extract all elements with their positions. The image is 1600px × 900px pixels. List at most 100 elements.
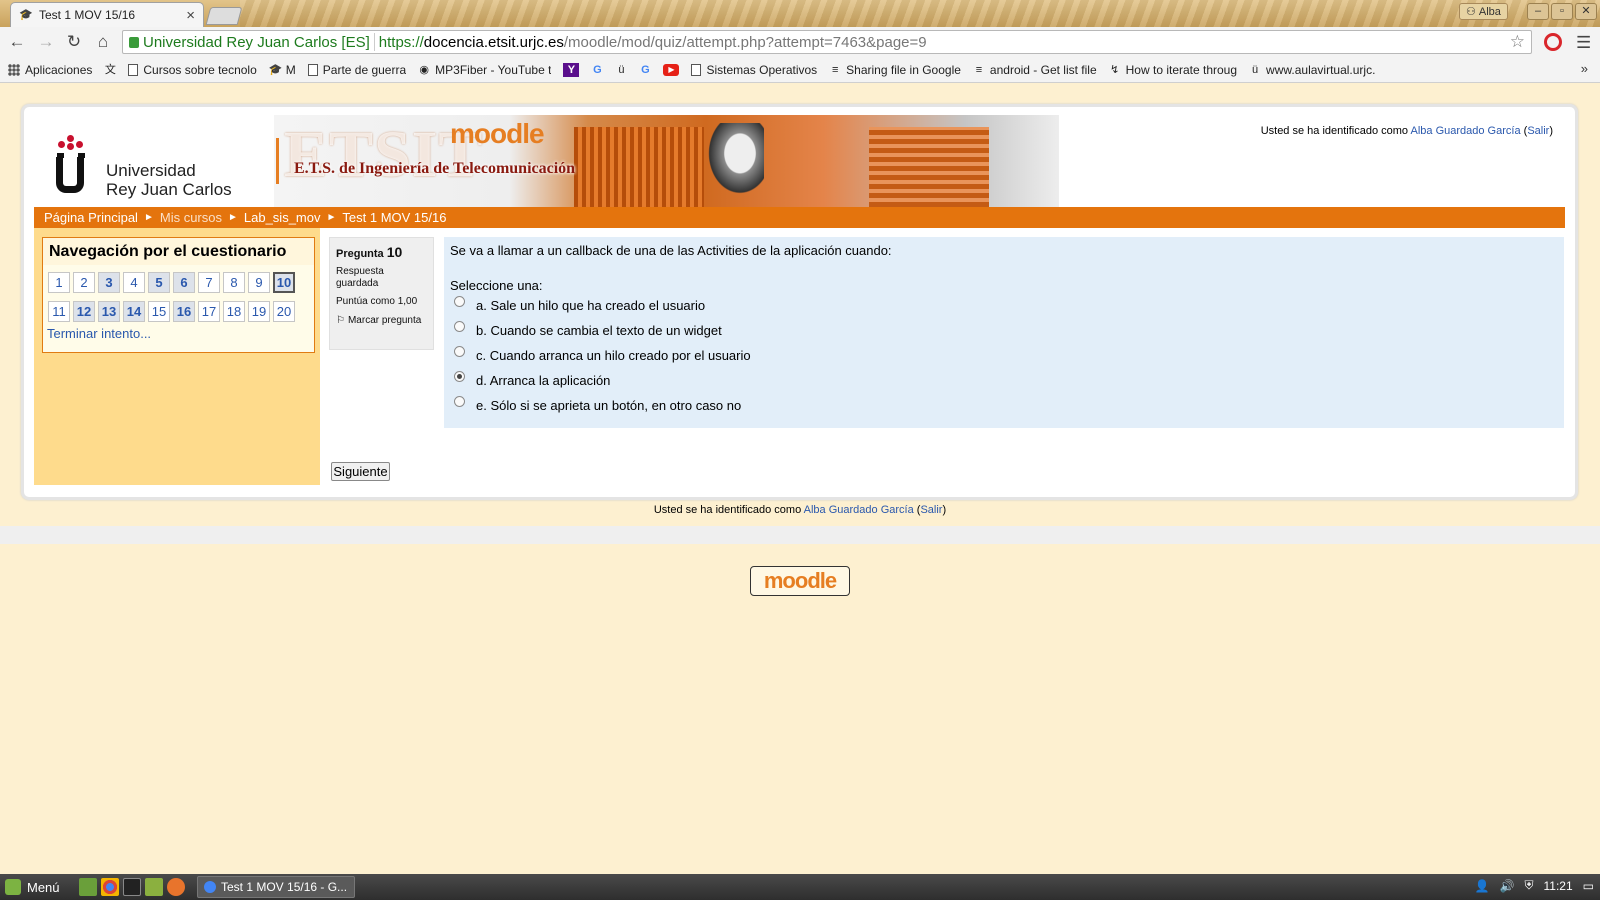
lock-icon: [129, 36, 139, 48]
bookmark-item[interactable]: ▶: [663, 63, 680, 76]
bookmark-item[interactable]: Parte de guerra: [307, 63, 406, 77]
question-nav-button[interactable]: 13: [98, 301, 120, 322]
bookmark-star-icon[interactable]: ☆: [1510, 32, 1525, 52]
question-nav-button[interactable]: 9: [248, 272, 270, 293]
bookmark-item[interactable]: Cursos sobre tecnolo: [128, 63, 257, 77]
bookmark-item[interactable]: 文: [104, 63, 116, 77]
answer-radio[interactable]: [454, 346, 465, 357]
start-menu-button[interactable]: Menú: [5, 879, 75, 895]
bookmark-item[interactable]: ü: [615, 63, 627, 77]
banner-divider: [276, 138, 279, 184]
reload-icon[interactable]: ↻: [64, 32, 84, 52]
profile-button[interactable]: ⚇ Alba: [1459, 3, 1508, 20]
logout-link[interactable]: Salir: [920, 504, 942, 516]
answer-option[interactable]: d. Arranca la aplicación: [454, 368, 1558, 393]
bookmark-item[interactable]: ↯ How to iterate throug: [1109, 63, 1237, 77]
answer-label[interactable]: b. Cuando se cambia el texto de un widge…: [476, 323, 722, 338]
breadcrumb-course[interactable]: Lab_sis_mov: [244, 207, 321, 228]
question-nav-button[interactable]: 7: [198, 272, 220, 293]
page-content: Universidad Rey Juan Carlos ETSIT moodle…: [0, 84, 1600, 874]
url-scheme: https://: [378, 33, 424, 51]
answer-option[interactable]: e. Sólo si se aprieta un botón, en otro …: [454, 393, 1558, 418]
question-nav-button[interactable]: 10: [273, 272, 295, 293]
question-nav-button[interactable]: 12: [73, 301, 95, 322]
user-profile-link[interactable]: Alba Guardado García: [804, 504, 914, 516]
answer-radio[interactable]: [454, 371, 465, 382]
answer-radio[interactable]: [454, 396, 465, 407]
bookmark-item[interactable]: 🎓 M: [269, 63, 296, 77]
answer-option[interactable]: b. Cuando se cambia el texto de un widge…: [454, 318, 1558, 343]
bookmarks-overflow-button[interactable]: »: [1581, 61, 1588, 76]
apps-grid-icon: [8, 63, 20, 76]
answer-option[interactable]: c. Cuando arranca un hilo creado por el …: [454, 343, 1558, 368]
linux-mint-icon: [5, 879, 21, 895]
forward-arrow-icon[interactable]: →: [36, 32, 56, 52]
chrome-launcher-icon[interactable]: [101, 878, 119, 896]
maximize-button[interactable]: ▫: [1551, 3, 1573, 20]
desktop-icon[interactable]: ▭: [1583, 879, 1594, 893]
question-nav-button[interactable]: 2: [73, 272, 95, 293]
finish-attempt-link[interactable]: Terminar intento...: [47, 326, 151, 341]
user-profile-link[interactable]: Alba Guardado García: [1411, 125, 1521, 137]
logout-link[interactable]: Salir: [1527, 125, 1549, 137]
opera-extension-icon[interactable]: [1544, 33, 1562, 51]
moodle-logo[interactable]: moodle: [750, 566, 850, 596]
chrome-menu-icon[interactable]: ☰: [1576, 33, 1591, 53]
show-desktop-icon[interactable]: [79, 878, 97, 896]
home-icon[interactable]: ⌂: [93, 32, 113, 52]
browser-tab-active[interactable]: 🎓 Test 1 MOV 15/16 ×: [10, 2, 204, 27]
question-nav-button[interactable]: 6: [173, 272, 195, 293]
bookmark-item[interactable]: ◉ MP3Fiber - YouTube t: [418, 63, 551, 77]
question-nav-button[interactable]: 1: [48, 272, 70, 293]
urjc-logo[interactable]: [54, 135, 88, 195]
question-number-value: 10: [386, 244, 403, 260]
bookmark-item[interactable]: ≡ android - Get list file: [973, 63, 1097, 77]
shield-icon[interactable]: ⛨: [1525, 878, 1534, 893]
question-nav-button[interactable]: 14: [123, 301, 145, 322]
close-window-button[interactable]: ✕: [1575, 3, 1597, 20]
bookmark-item[interactable]: Sistemas Operativos: [691, 63, 817, 77]
volume-icon[interactable]: 🔊: [1500, 879, 1515, 893]
bookmark-item[interactable]: Y: [563, 62, 580, 77]
bookmark-item[interactable]: ü www.aulavirtual.urjc.: [1249, 63, 1375, 77]
question-nav-button[interactable]: 15: [148, 301, 170, 322]
ev-certificate-badge[interactable]: Universidad Rey Juan Carlos [ES]: [125, 33, 375, 51]
breadcrumb-my-courses[interactable]: Mis cursos: [160, 207, 222, 228]
question-nav-button[interactable]: 5: [148, 272, 170, 293]
flag-question-toggle[interactable]: ⚐ Marcar pregunta: [336, 315, 427, 326]
user-icon[interactable]: 👤: [1475, 879, 1490, 893]
question-nav-button[interactable]: 4: [123, 272, 145, 293]
address-bar[interactable]: Universidad Rey Juan Carlos [ES] https:/…: [122, 30, 1532, 54]
answer-label[interactable]: d. Arranca la aplicación: [476, 373, 610, 388]
question-nav-button[interactable]: 18: [223, 301, 245, 322]
question-nav-button[interactable]: 16: [173, 301, 195, 322]
answer-label[interactable]: a. Sale un hilo que ha creado el usuario: [476, 298, 705, 313]
firefox-launcher-icon[interactable]: [167, 878, 185, 896]
answer-label[interactable]: c. Cuando arranca un hilo creado por el …: [476, 348, 751, 363]
clock[interactable]: 11:21: [1544, 879, 1573, 893]
bookmark-item[interactable]: G: [639, 63, 651, 77]
bookmark-item[interactable]: G: [591, 63, 603, 77]
question-nav-button[interactable]: 11: [48, 301, 70, 322]
url-text[interactable]: https://docencia.etsit.urjc.es/moodle/mo…: [379, 34, 927, 51]
question-nav-button[interactable]: 3: [98, 272, 120, 293]
answer-option[interactable]: a. Sale un hilo que ha creado el usuario: [454, 293, 1558, 318]
bookmark-item[interactable]: Aplicaciones: [8, 63, 92, 77]
answer-radio[interactable]: [454, 321, 465, 332]
terminal-launcher-icon[interactable]: [123, 878, 141, 896]
question-nav-button[interactable]: 17: [198, 301, 220, 322]
taskbar-window-chrome[interactable]: Test 1 MOV 15/16 - G...: [197, 876, 355, 898]
question-nav-button[interactable]: 8: [223, 272, 245, 293]
question-nav-button[interactable]: 20: [273, 301, 295, 322]
bookmark-item[interactable]: ≡ Sharing file in Google: [829, 63, 961, 77]
next-page-button[interactable]: Siguiente: [331, 462, 390, 481]
back-arrow-icon[interactable]: ←: [7, 32, 27, 52]
files-launcher-icon[interactable]: [145, 878, 163, 896]
question-nav-button[interactable]: 19: [248, 301, 270, 322]
answer-radio[interactable]: [454, 296, 465, 307]
minimize-button[interactable]: –: [1527, 3, 1549, 20]
close-tab-icon[interactable]: ×: [186, 7, 195, 24]
answer-label[interactable]: e. Sólo si se aprieta un botón, en otro …: [476, 398, 741, 413]
breadcrumb-home[interactable]: Página Principal: [44, 207, 138, 228]
new-tab-button[interactable]: [205, 7, 243, 25]
